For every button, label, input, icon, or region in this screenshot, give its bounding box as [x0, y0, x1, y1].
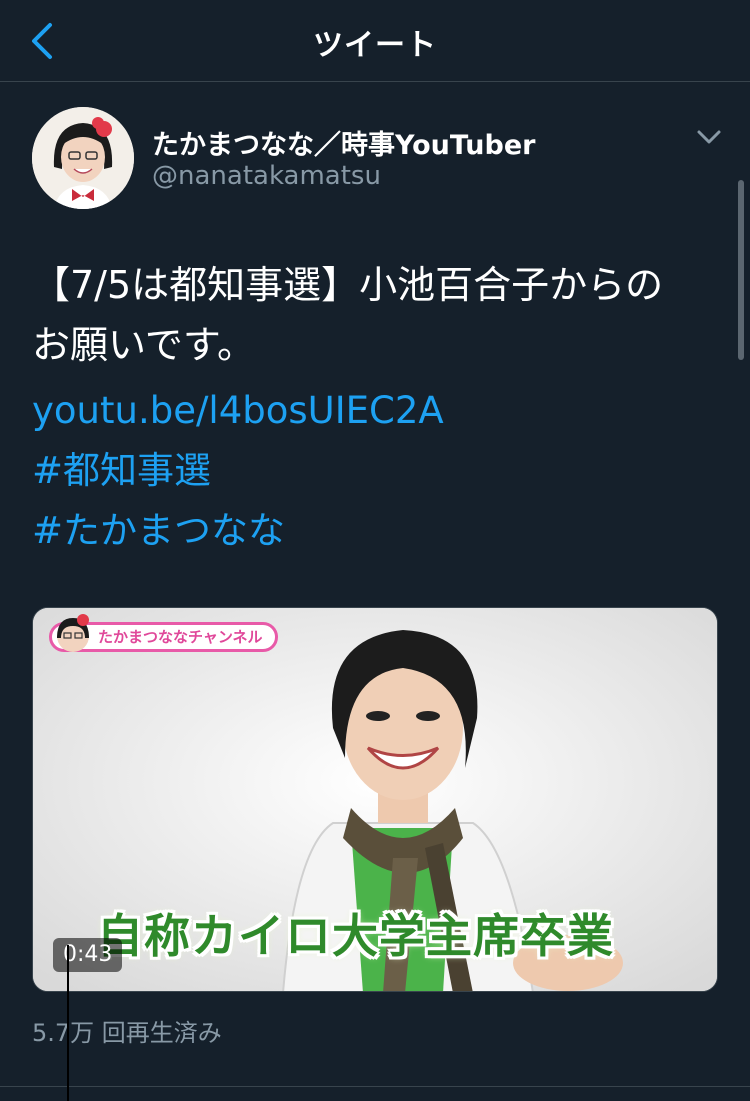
video-duration: 0:43	[53, 938, 123, 972]
view-count: 5.7万 回再生済み	[32, 1019, 222, 1047]
tweet-link[interactable]: youtu.be/l4bosUIEC2A	[32, 381, 444, 441]
scrollbar[interactable]	[738, 180, 744, 360]
divider	[0, 1086, 750, 1087]
video-caption: 自称カイロ大学主席卒業	[97, 909, 614, 963]
top-nav-bar: ツイート	[0, 0, 750, 82]
profile-photo	[32, 107, 134, 209]
text-cursor-line	[67, 945, 69, 1101]
chevron-down-icon	[697, 130, 721, 144]
video-player[interactable]: たかまつななチャンネル 自称カイロ大学主席卒業 0:43	[32, 607, 718, 992]
user-handle[interactable]: @nanatakamatsu	[152, 161, 381, 191]
display-name[interactable]: たかまつなな／時事YouTuber	[152, 123, 535, 162]
channel-logo-icon	[57, 614, 89, 652]
page-title: ツイート	[313, 28, 437, 63]
avatar[interactable]	[32, 107, 134, 209]
tweet-menu-button[interactable]	[693, 125, 725, 149]
tweet-text: 【7/5は都知事選】小池百合子からの お願いです。	[32, 263, 664, 367]
hashtag-link[interactable]: #たかまつなな	[32, 501, 285, 561]
hashtag-link[interactable]: #都知事選	[32, 441, 211, 501]
